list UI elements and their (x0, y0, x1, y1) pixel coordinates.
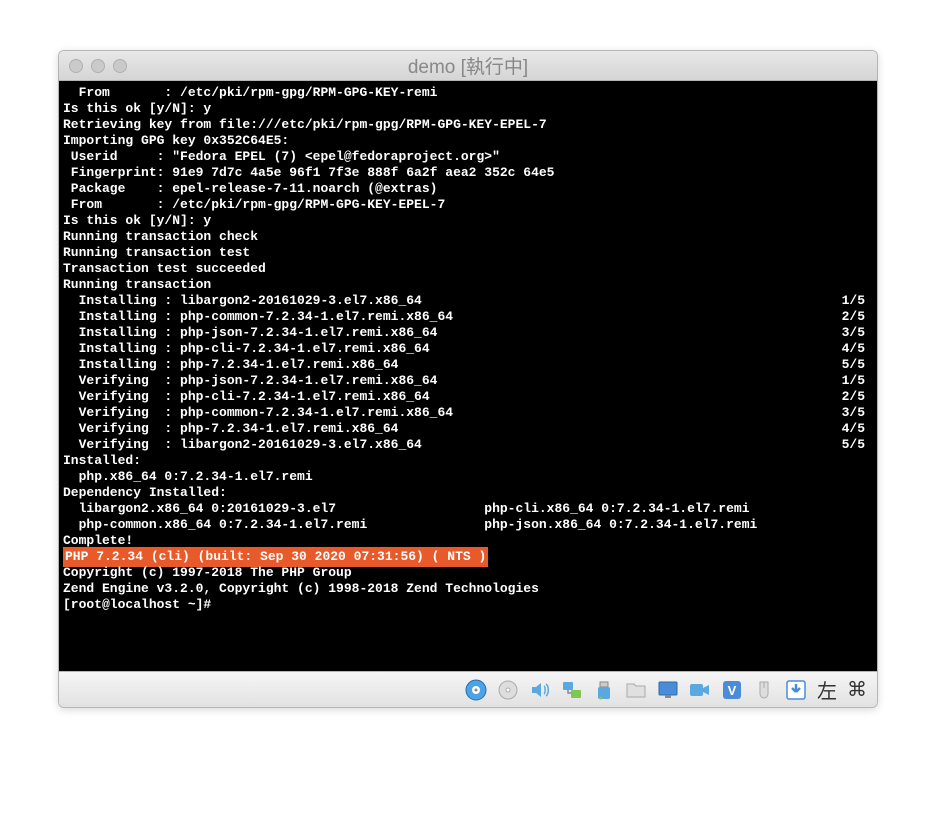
minimize-button[interactable] (91, 59, 105, 73)
terminal-line: Copyright (c) 1997-2018 The PHP Group (63, 565, 873, 581)
terminal-line: Verifying : libargon2-20161029-3.el7.x86… (63, 437, 873, 453)
terminal-line: Installing : php-7.2.34-1.el7.remi.x86_6… (63, 357, 873, 373)
terminal-line: Retrieving key from file:///etc/pki/rpm-… (63, 117, 873, 133)
terminal-line: Verifying : php-common-7.2.34-1.el7.remi… (63, 405, 873, 421)
terminal-line: Userid : "Fedora EPEL (7) <epel@fedorapr… (63, 149, 873, 165)
terminal-line: Verifying : php-cli-7.2.34-1.el7.remi.x8… (63, 389, 873, 405)
folder-icon[interactable] (623, 677, 649, 703)
terminal-line: Dependency Installed: (63, 485, 873, 501)
terminal-line: php.x86_64 0:7.2.34-1.el7.remi (63, 469, 873, 485)
terminal-line: Verifying : php-json-7.2.34-1.el7.remi.x… (63, 373, 873, 389)
terminal-output[interactable]: From : /etc/pki/rpm-gpg/RPM-GPG-KEY-remi… (59, 81, 877, 671)
terminal-line: Installing : php-json-7.2.34-1.el7.remi.… (63, 325, 873, 341)
optical-icon[interactable] (495, 677, 521, 703)
terminal-line: php-common.x86_64 0:7.2.34-1.el7.remi ph… (63, 517, 873, 533)
window-title: demo [執行中] (408, 52, 528, 79)
terminal-line: Is this ok [y/N]: y (63, 101, 873, 117)
display-icon[interactable] (655, 677, 681, 703)
terminal-line: Is this ok [y/N]: y (63, 213, 873, 229)
titlebar: demo [執行中] (59, 51, 877, 81)
terminal-line: libargon2.x86_64 0:20161029-3.el7 php-cl… (63, 501, 873, 517)
virtualbox-icon[interactable]: V (719, 677, 745, 703)
terminal-line: Importing GPG key 0x352C64E5: (63, 133, 873, 149)
network-icon[interactable] (559, 677, 585, 703)
vm-toolbar: V 左 ⌘ (59, 671, 877, 707)
terminal-line: Installing : libargon2-20161029-3.el7.x8… (63, 293, 873, 309)
svg-text:V: V (728, 683, 737, 698)
terminal-line: From : /etc/pki/rpm-gpg/RPM-GPG-KEY-EPEL… (63, 197, 873, 213)
mouse-icon[interactable] (751, 677, 777, 703)
terminal-line: Fingerprint: 91e9 7d7c 4a5e 96f1 7f3e 88… (63, 165, 873, 181)
maximize-button[interactable] (113, 59, 127, 73)
recording-icon[interactable] (687, 677, 713, 703)
terminal-line: Installed: (63, 453, 873, 469)
terminal-line: Installing : php-common-7.2.34-1.el7.rem… (63, 309, 873, 325)
host-key-cmd-icon[interactable]: ⌘ (845, 677, 869, 702)
audio-icon[interactable] (527, 677, 553, 703)
terminal-highlight-line: PHP 7.2.34 (cli) (built: Sep 30 2020 07:… (63, 549, 873, 565)
download-icon[interactable] (783, 677, 809, 703)
usb-icon[interactable] (591, 677, 617, 703)
terminal-line: Package : epel-release-7-11.noarch (@ext… (63, 181, 873, 197)
traffic-lights (59, 59, 127, 73)
terminal-line: Running transaction check (63, 229, 873, 245)
terminal-line: Running transaction test (63, 245, 873, 261)
terminal-line: Running transaction (63, 277, 873, 293)
terminal-line: Transaction test succeeded (63, 261, 873, 277)
terminal-line: Installing : php-cli-7.2.34-1.el7.remi.x… (63, 341, 873, 357)
terminal-line: Verifying : php-7.2.34-1.el7.remi.x86_64… (63, 421, 873, 437)
disk-icon[interactable] (463, 677, 489, 703)
close-button[interactable] (69, 59, 83, 73)
terminal-line: From : /etc/pki/rpm-gpg/RPM-GPG-KEY-remi (63, 85, 873, 101)
terminal-line: Zend Engine v3.2.0, Copyright (c) 1998-2… (63, 581, 873, 597)
vm-window: demo [執行中] From : /etc/pki/rpm-gpg/RPM-G… (58, 50, 878, 708)
host-key-label[interactable]: 左 (815, 675, 839, 704)
terminal-line: [root@localhost ~]# (63, 597, 873, 613)
